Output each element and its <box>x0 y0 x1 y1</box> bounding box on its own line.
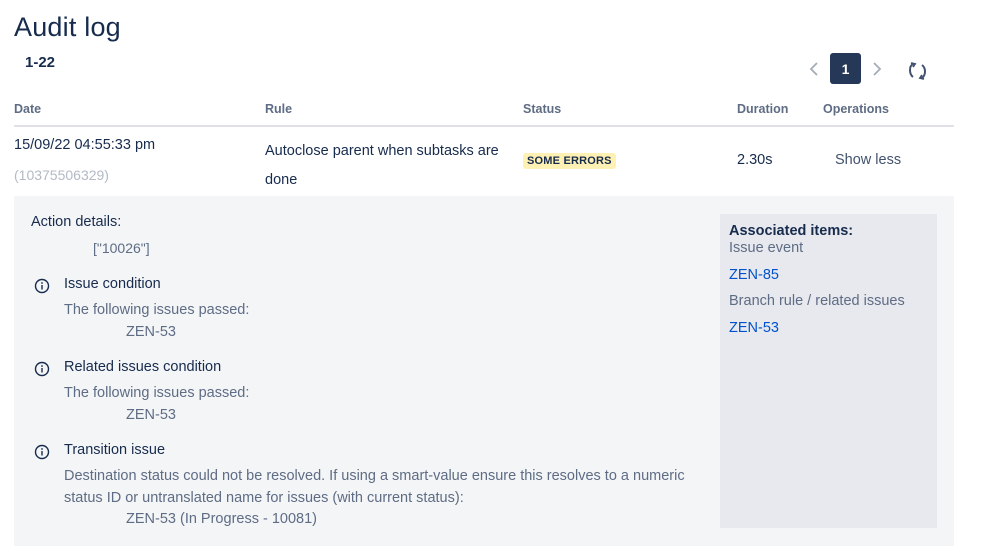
condition-value: ZEN-53 <box>126 407 176 423</box>
condition-description: Destination status could not be resolved… <box>64 468 685 506</box>
issue-event-label: Issue event <box>729 240 804 256</box>
branch-rule-label: Branch rule / related issues <box>729 293 905 309</box>
info-icon <box>34 361 50 377</box>
condition-description: The following issues passed: <box>64 385 250 401</box>
refresh-icon <box>909 62 926 80</box>
condition-title: Transition issue <box>64 442 166 458</box>
column-header-status: Status <box>523 102 562 116</box>
condition-title: Issue condition <box>64 276 161 292</box>
pagination: 1 <box>800 53 891 84</box>
associated-items-panel: Associated items: Issue event ZEN-85 Bra… <box>720 214 937 528</box>
chevron-right-icon <box>873 61 882 76</box>
show-less-button[interactable]: Show less <box>835 152 901 168</box>
associated-items-heading: Associated items: <box>729 223 854 239</box>
next-page-button[interactable] <box>863 53 891 84</box>
column-header-rule: Rule <box>265 102 293 116</box>
issue-event-link[interactable]: ZEN-85 <box>729 267 779 283</box>
refresh-button[interactable] <box>905 59 931 83</box>
page-title: Audit log <box>14 12 121 42</box>
condition-description: The following issues passed: <box>64 302 250 318</box>
action-details-heading: Action details: <box>31 214 122 230</box>
branch-rule-link[interactable]: ZEN-53 <box>729 320 779 336</box>
row-date: 15/09/22 04:55:33 pm <box>14 137 156 153</box>
column-header-date: Date <box>14 102 42 116</box>
details-panel: Action details: ["10026"] Issue conditio… <box>14 196 954 546</box>
condition-value: ZEN-53 <box>126 324 176 340</box>
chevron-left-icon <box>809 61 818 76</box>
page-1-button[interactable]: 1 <box>830 53 861 84</box>
info-icon <box>34 444 50 460</box>
action-details-value: ["10026"] <box>93 240 150 256</box>
previous-page-button[interactable] <box>800 53 828 84</box>
header-divider <box>14 125 954 127</box>
info-icon <box>34 278 50 294</box>
column-header-duration: Duration <box>737 102 789 116</box>
row-duration: 2.30s <box>737 152 773 168</box>
result-range: 1-22 <box>25 54 56 71</box>
column-header-operations: Operations <box>823 102 889 116</box>
condition-value: ZEN-53 (In Progress - 10081) <box>126 511 317 527</box>
status-badge: SOME ERRORS <box>523 153 616 169</box>
row-id: (10375506329) <box>14 167 109 183</box>
row-rule: Autoclose parent when subtasks are done <box>265 143 499 188</box>
condition-title: Related issues condition <box>64 359 222 375</box>
